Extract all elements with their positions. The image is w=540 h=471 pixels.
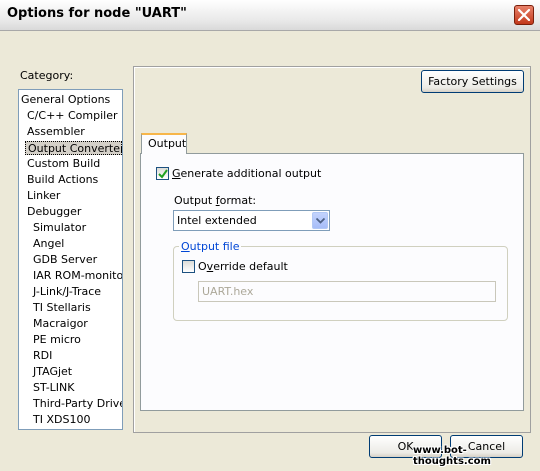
category-item[interactable]: Custom Build bbox=[27, 157, 100, 171]
output-format-value: Intel extended bbox=[177, 214, 257, 227]
close-button[interactable] bbox=[514, 5, 534, 25]
category-item[interactable]: Linker bbox=[27, 189, 60, 203]
category-item[interactable]: PE micro bbox=[33, 333, 81, 347]
options-dialog: Options for node "UART" Category: Genera… bbox=[0, 0, 540, 471]
category-label: Category: bbox=[20, 69, 74, 82]
window-title: Options for node "UART" bbox=[7, 6, 187, 21]
category-item[interactable]: Third-Party Driver bbox=[33, 397, 122, 411]
category-list[interactable]: General Options C/C++ Compiler Assembler Ou… bbox=[18, 89, 123, 430]
override-default-label[interactable]: Override default bbox=[198, 260, 288, 273]
category-item[interactable]: IAR ROM-monitor bbox=[33, 269, 122, 283]
category-item[interactable]: RDI bbox=[33, 349, 52, 363]
category-item[interactable]: General Options bbox=[21, 93, 110, 107]
category-item[interactable]: JTAGjet bbox=[33, 365, 72, 379]
category-item[interactable]: Macraigor bbox=[33, 317, 88, 331]
checkmark-icon bbox=[158, 169, 168, 179]
category-item[interactable]: Output Converter bbox=[25, 141, 122, 155]
tab-output[interactable]: Output bbox=[141, 133, 187, 154]
output-file-legend: Output file bbox=[179, 240, 242, 253]
category-item[interactable]: ST-LINK bbox=[33, 381, 74, 395]
factory-settings-button[interactable]: Factory Settings bbox=[421, 70, 524, 93]
category-item[interactable]: Angel bbox=[33, 237, 64, 251]
watermark: www.bot-thoughts.com bbox=[413, 445, 491, 467]
output-filename-value: UART.hex bbox=[202, 285, 254, 298]
category-item[interactable]: TI Stellaris bbox=[33, 301, 91, 315]
output-filename-field[interactable]: UART.hex bbox=[198, 281, 496, 302]
generate-output-label[interactable]: Generate additional output bbox=[172, 167, 321, 180]
category-item[interactable]: Build Actions bbox=[27, 173, 98, 187]
override-default-checkbox[interactable] bbox=[182, 260, 195, 273]
category-item[interactable]: TI XDS100 bbox=[33, 413, 90, 427]
category-item[interactable]: Simulator bbox=[33, 221, 86, 235]
category-item[interactable]: Assembler bbox=[27, 125, 85, 139]
output-format-label: Output format: bbox=[174, 194, 257, 207]
output-format-select[interactable]: Intel extended bbox=[173, 210, 330, 231]
category-item[interactable]: C/C++ Compiler bbox=[27, 109, 118, 123]
close-icon bbox=[518, 9, 530, 21]
category-item[interactable]: GDB Server bbox=[33, 253, 97, 267]
category-item[interactable]: Debugger bbox=[27, 205, 81, 219]
generate-output-checkbox[interactable] bbox=[156, 167, 169, 180]
dropdown-arrow[interactable] bbox=[312, 212, 328, 229]
title-bar[interactable]: Options for node "UART" bbox=[0, 0, 540, 31]
chevron-down-icon bbox=[316, 218, 325, 224]
category-item[interactable]: J-Link/J-Trace bbox=[33, 285, 101, 299]
